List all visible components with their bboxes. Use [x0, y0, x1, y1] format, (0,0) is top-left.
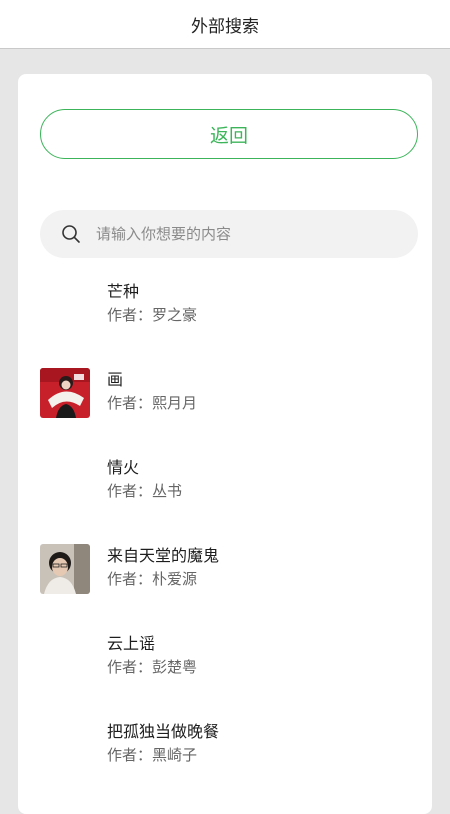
- song-author: 作者：黑崎子: [107, 746, 198, 764]
- list-item[interactable]: 情火 作者：丛书: [18, 446, 432, 534]
- album-cover-image: [40, 544, 90, 594]
- search-input[interactable]: [94, 224, 398, 244]
- album-cover-image: [40, 368, 90, 418]
- song-author: 作者：朴爱源: [107, 570, 198, 588]
- song-author: 作者：丛书: [107, 482, 183, 500]
- search-results-list: 芒种 作者：罗之豪 画 作者：熙月月 情火 作者：丛书 来自天堂的魔鬼 作者：朴…: [18, 270, 432, 798]
- search-panel: 返回 芒种 作者：罗之豪: [18, 74, 432, 814]
- list-item[interactable]: 来自天堂的魔鬼 作者：朴爱源: [18, 534, 432, 622]
- song-author: 作者：彭楚粤: [107, 658, 198, 676]
- song-author: 作者：熙月月: [107, 394, 198, 412]
- page-title: 外部搜索: [191, 16, 259, 37]
- list-item[interactable]: 画 作者：熙月月: [18, 358, 432, 446]
- song-title: 画: [107, 370, 124, 389]
- search-bar[interactable]: [40, 210, 418, 258]
- list-item[interactable]: 芒种 作者：罗之豪: [18, 270, 432, 358]
- song-title: 芒种: [107, 282, 140, 301]
- back-button[interactable]: 返回: [40, 109, 418, 159]
- top-navigation-bar: 外部搜索: [0, 0, 450, 49]
- song-title: 把孤独当做晚餐: [107, 722, 220, 741]
- song-author: 作者：罗之豪: [107, 306, 198, 324]
- list-item[interactable]: 把孤独当做晚餐 作者：黑崎子: [18, 710, 432, 798]
- search-icon: [60, 223, 82, 245]
- song-title: 来自天堂的魔鬼: [107, 546, 220, 565]
- song-title: 情火: [107, 458, 140, 477]
- song-title: 云上谣: [107, 634, 156, 653]
- list-item[interactable]: 云上谣 作者：彭楚粤: [18, 622, 432, 710]
